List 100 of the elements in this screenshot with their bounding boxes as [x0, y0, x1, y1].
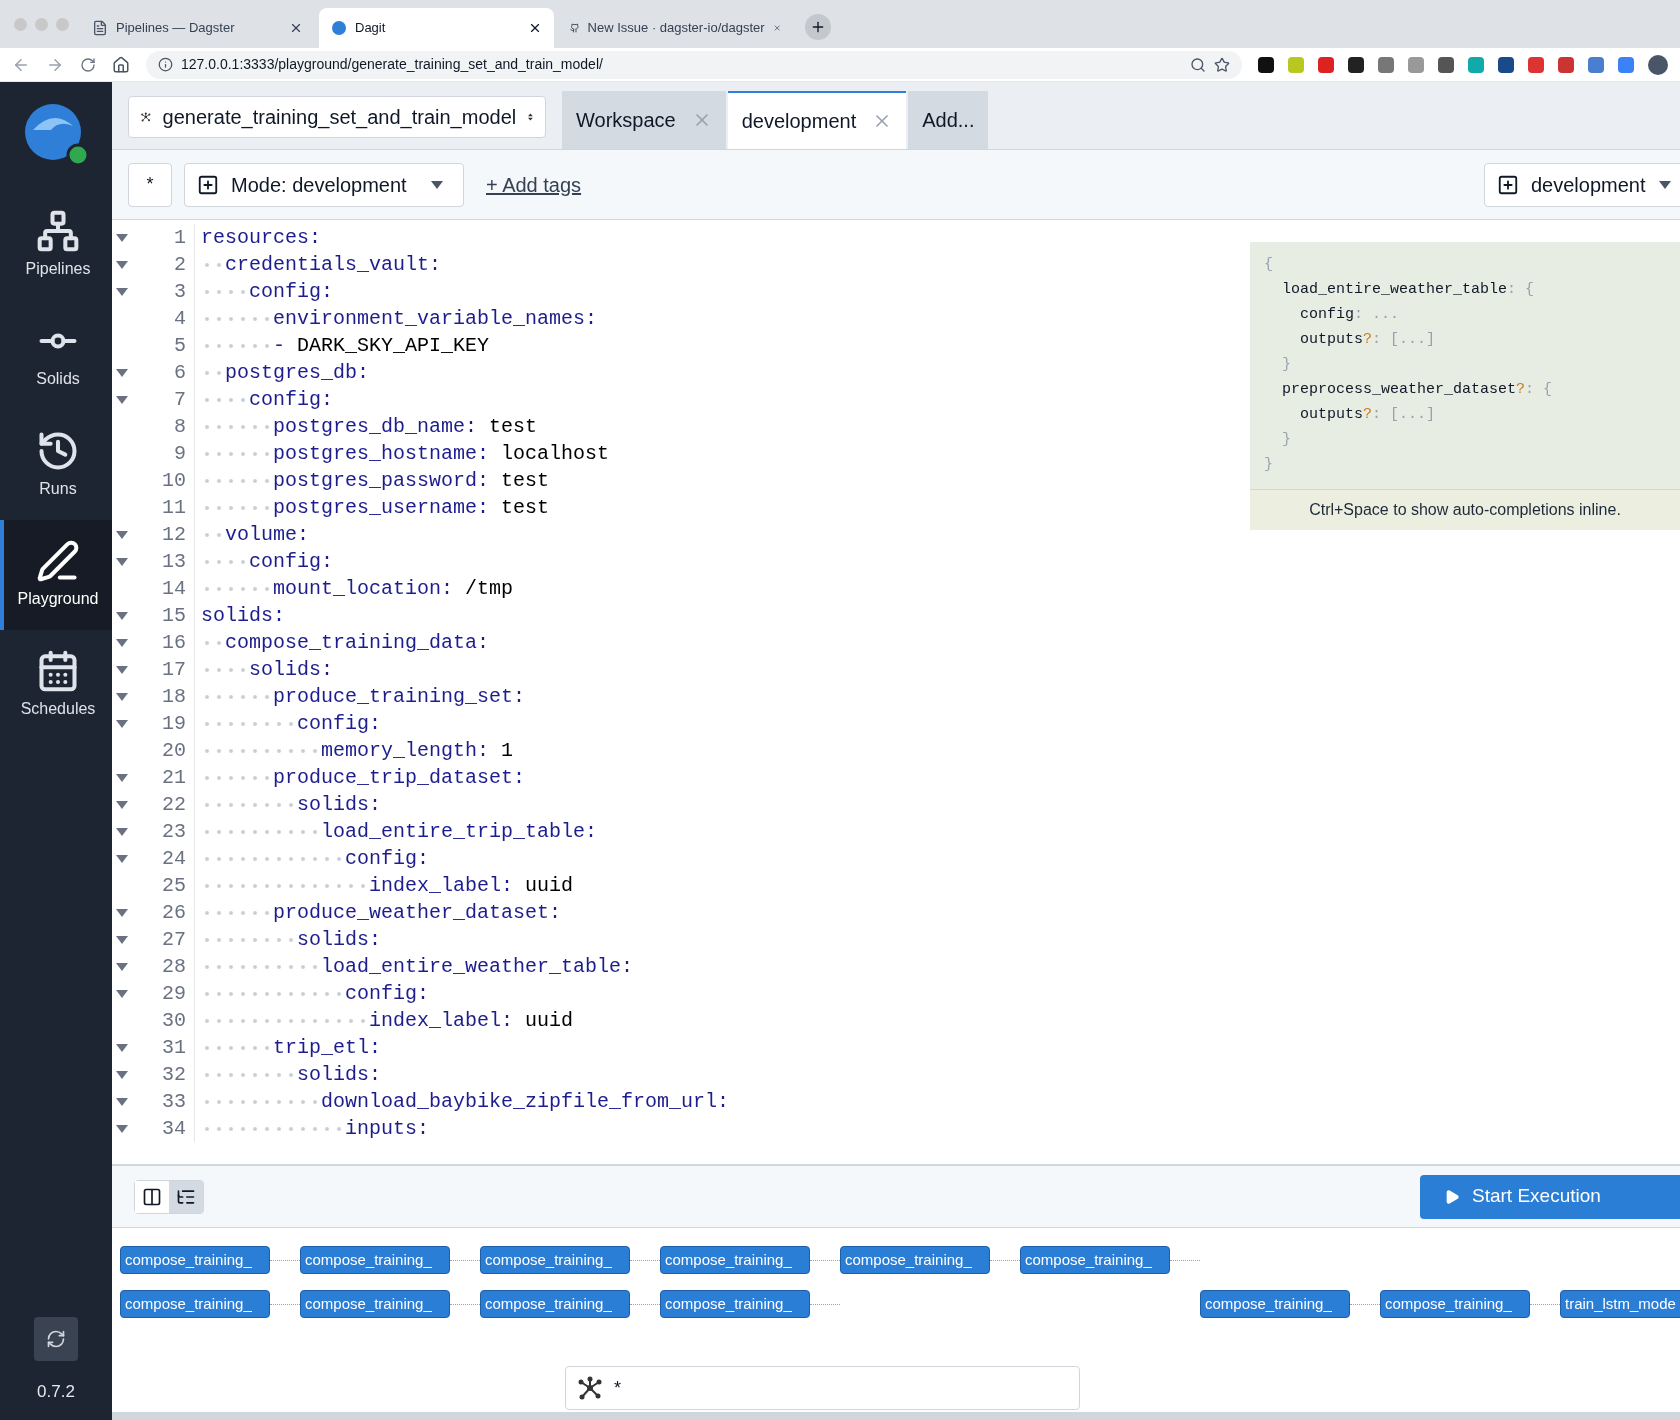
- fold-caret-icon[interactable]: [116, 827, 128, 836]
- fold-caret-icon[interactable]: [116, 935, 128, 944]
- close-icon[interactable]: [289, 21, 303, 35]
- reload-button[interactable]: [34, 1316, 78, 1361]
- extension-icon[interactable]: [1258, 56, 1274, 73]
- fold-caret-icon[interactable]: [116, 1043, 128, 1052]
- solid-node[interactable]: compose_training_: [660, 1246, 810, 1274]
- session-tab[interactable]: development: [727, 91, 907, 149]
- browser-tab[interactable]: Dagit: [319, 8, 554, 48]
- solid-node[interactable]: train_lstm_mode: [1560, 1290, 1680, 1318]
- view-toggle[interactable]: [135, 1180, 169, 1213]
- solid-node[interactable]: compose_training_: [840, 1246, 990, 1274]
- fold-caret-icon[interactable]: [116, 989, 128, 998]
- pipeline-selector[interactable]: generate_training_set_and_train_model: [128, 96, 546, 138]
- solid-subset-button[interactable]: *: [128, 162, 172, 207]
- hint-line: load_entire_weather_table: {: [1281, 280, 1536, 300]
- zoom-icon[interactable]: [1190, 56, 1206, 73]
- solid-node[interactable]: compose_training_: [120, 1290, 270, 1318]
- fold-caret-icon[interactable]: [116, 719, 128, 728]
- fold-caret-icon[interactable]: [116, 368, 128, 377]
- fold-caret-icon[interactable]: [116, 692, 128, 701]
- close-icon[interactable]: [528, 21, 542, 35]
- line-number: 4: [173, 306, 187, 332]
- fold-caret-icon[interactable]: [116, 665, 128, 674]
- indent-dots: [205, 370, 221, 375]
- fold-caret-icon[interactable]: [116, 1070, 128, 1079]
- solid-node[interactable]: compose_training_: [480, 1290, 630, 1318]
- indent-dots: [205, 1045, 269, 1050]
- yaml-key: inputs:: [345, 1115, 429, 1142]
- session-tab[interactable]: Workspace: [562, 91, 726, 149]
- nav-item[interactable]: Pipelines: [0, 190, 112, 300]
- fold-caret-icon[interactable]: [116, 800, 128, 809]
- yaml-key: config:: [249, 386, 333, 413]
- fold-caret-icon[interactable]: [116, 638, 128, 647]
- reload-icon[interactable]: [80, 56, 96, 73]
- browser-tab[interactable]: New Issue · dagster-io/dagster: [558, 8, 793, 48]
- solid-node[interactable]: compose_training_: [1020, 1246, 1170, 1274]
- fold-caret-icon[interactable]: [116, 557, 128, 566]
- line-number: 3: [173, 279, 187, 305]
- yaml-value: /tmp: [465, 576, 514, 602]
- solid-node[interactable]: compose_training_: [120, 1246, 270, 1274]
- fold-caret-icon[interactable]: [116, 962, 128, 971]
- indent-dots: [205, 532, 221, 537]
- extension-icon[interactable]: [1438, 56, 1454, 73]
- yaml-key: index_label:: [369, 1007, 514, 1034]
- new-tab-button[interactable]: [805, 14, 831, 40]
- fold-caret-icon[interactable]: [116, 1097, 128, 1106]
- fold-caret-icon[interactable]: [116, 260, 128, 269]
- nav-item[interactable]: Runs: [0, 410, 112, 520]
- mode-dropdown[interactable]: Mode: development: [184, 162, 464, 207]
- yaml-key: config:: [249, 548, 333, 575]
- extension-icon[interactable]: [1348, 56, 1364, 73]
- yaml-key: config:: [345, 845, 429, 872]
- plus-icon: [810, 19, 826, 35]
- fold-caret-icon[interactable]: [116, 287, 128, 296]
- line-number: 19: [161, 711, 187, 737]
- yaml-key: -: [273, 332, 285, 359]
- bookmark-star-icon[interactable]: [1214, 56, 1230, 73]
- profile-avatar[interactable]: [1648, 54, 1668, 75]
- solid-node[interactable]: compose_training_: [660, 1290, 810, 1318]
- fold-caret-icon[interactable]: [116, 611, 128, 620]
- preset-dropdown[interactable]: development: [1484, 162, 1680, 207]
- yaml-key: compose_training_data:: [225, 629, 490, 656]
- nav-item[interactable]: Playground: [0, 520, 112, 630]
- fold-caret-icon[interactable]: [116, 854, 128, 863]
- solid-selector-field[interactable]: *: [565, 1366, 1080, 1410]
- start-execution-button[interactable]: Start Execution: [1420, 1174, 1680, 1219]
- play-icon: [1444, 1188, 1460, 1205]
- fold-caret-icon[interactable]: [116, 530, 128, 539]
- nav-item[interactable]: Solids: [0, 300, 112, 410]
- add-tags-link[interactable]: + Add tags: [486, 169, 582, 200]
- nav-item[interactable]: Schedules: [0, 630, 112, 740]
- yaml-value: uuid: [525, 1008, 574, 1034]
- home-icon[interactable]: [112, 55, 130, 74]
- fold-caret-icon[interactable]: [116, 1124, 128, 1133]
- solid-node[interactable]: compose_training_: [1380, 1290, 1530, 1318]
- yaml-key: config:: [297, 710, 381, 737]
- fold-caret-icon[interactable]: [116, 233, 128, 242]
- yaml-key: solids:: [297, 926, 381, 953]
- scrollbar[interactable]: [112, 1412, 1680, 1420]
- solid-node[interactable]: compose_training_: [480, 1246, 630, 1274]
- solid-node[interactable]: compose_training_: [1200, 1290, 1350, 1318]
- line-number: 6: [173, 360, 187, 386]
- fold-caret-icon[interactable]: [116, 908, 128, 917]
- line-number: 21: [161, 765, 187, 791]
- yaml-key: produce_trip_dataset:: [273, 764, 526, 791]
- solid-node[interactable]: compose_training_: [300, 1246, 450, 1274]
- address-bar[interactable]: 127.0.0.1:3333/playground/generate_training_set_and_train_model/: [146, 50, 1242, 79]
- browser-tab[interactable]: Pipelines — Dagster: [80, 8, 315, 48]
- fold-caret-icon[interactable]: [116, 395, 128, 404]
- line-number: 13: [161, 549, 187, 575]
- extension-icon[interactable]: [1498, 56, 1514, 73]
- yaml-key: load_entire_weather_table:: [321, 953, 634, 980]
- indent-dots: [205, 478, 269, 483]
- yaml-key: solids:: [249, 656, 333, 683]
- line-number: 22: [161, 792, 187, 818]
- solid-node[interactable]: compose_training_: [300, 1290, 450, 1318]
- fold-caret-icon[interactable]: [116, 773, 128, 782]
- view-toggle[interactable]: [169, 1180, 203, 1213]
- session-tab[interactable]: Add...: [908, 91, 989, 149]
